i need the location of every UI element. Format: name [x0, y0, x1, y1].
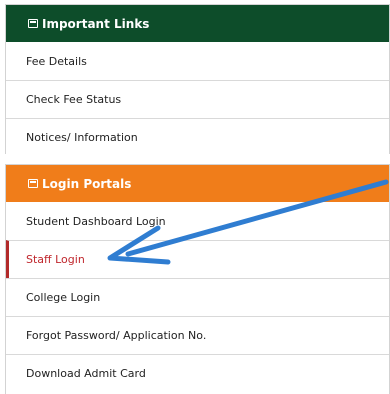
- important-links-panel: Important Links Fee Details Check Fee St…: [5, 4, 390, 156]
- calendar-icon: [28, 19, 38, 28]
- link-download-admit-card[interactable]: Download Admit Card: [6, 354, 389, 392]
- link-forgot-password[interactable]: Forgot Password/ Application No.: [6, 316, 389, 354]
- login-portals-header: Login Portals: [6, 165, 389, 202]
- link-check-fee-status[interactable]: Check Fee Status: [6, 80, 389, 118]
- calendar-icon: [28, 179, 38, 188]
- link-staff-login[interactable]: Staff Login: [6, 240, 389, 278]
- important-links-header: Important Links: [6, 5, 389, 42]
- login-portals-panel: Login Portals Student Dashboard Login St…: [5, 164, 390, 394]
- link-student-dashboard-login[interactable]: Student Dashboard Login: [6, 202, 389, 240]
- important-links-title: Important Links: [42, 16, 150, 31]
- link-notices-information[interactable]: Notices/ Information: [6, 118, 389, 156]
- login-portals-title: Login Portals: [42, 176, 132, 191]
- link-college-login[interactable]: College Login: [6, 278, 389, 316]
- link-fee-details[interactable]: Fee Details: [6, 42, 389, 80]
